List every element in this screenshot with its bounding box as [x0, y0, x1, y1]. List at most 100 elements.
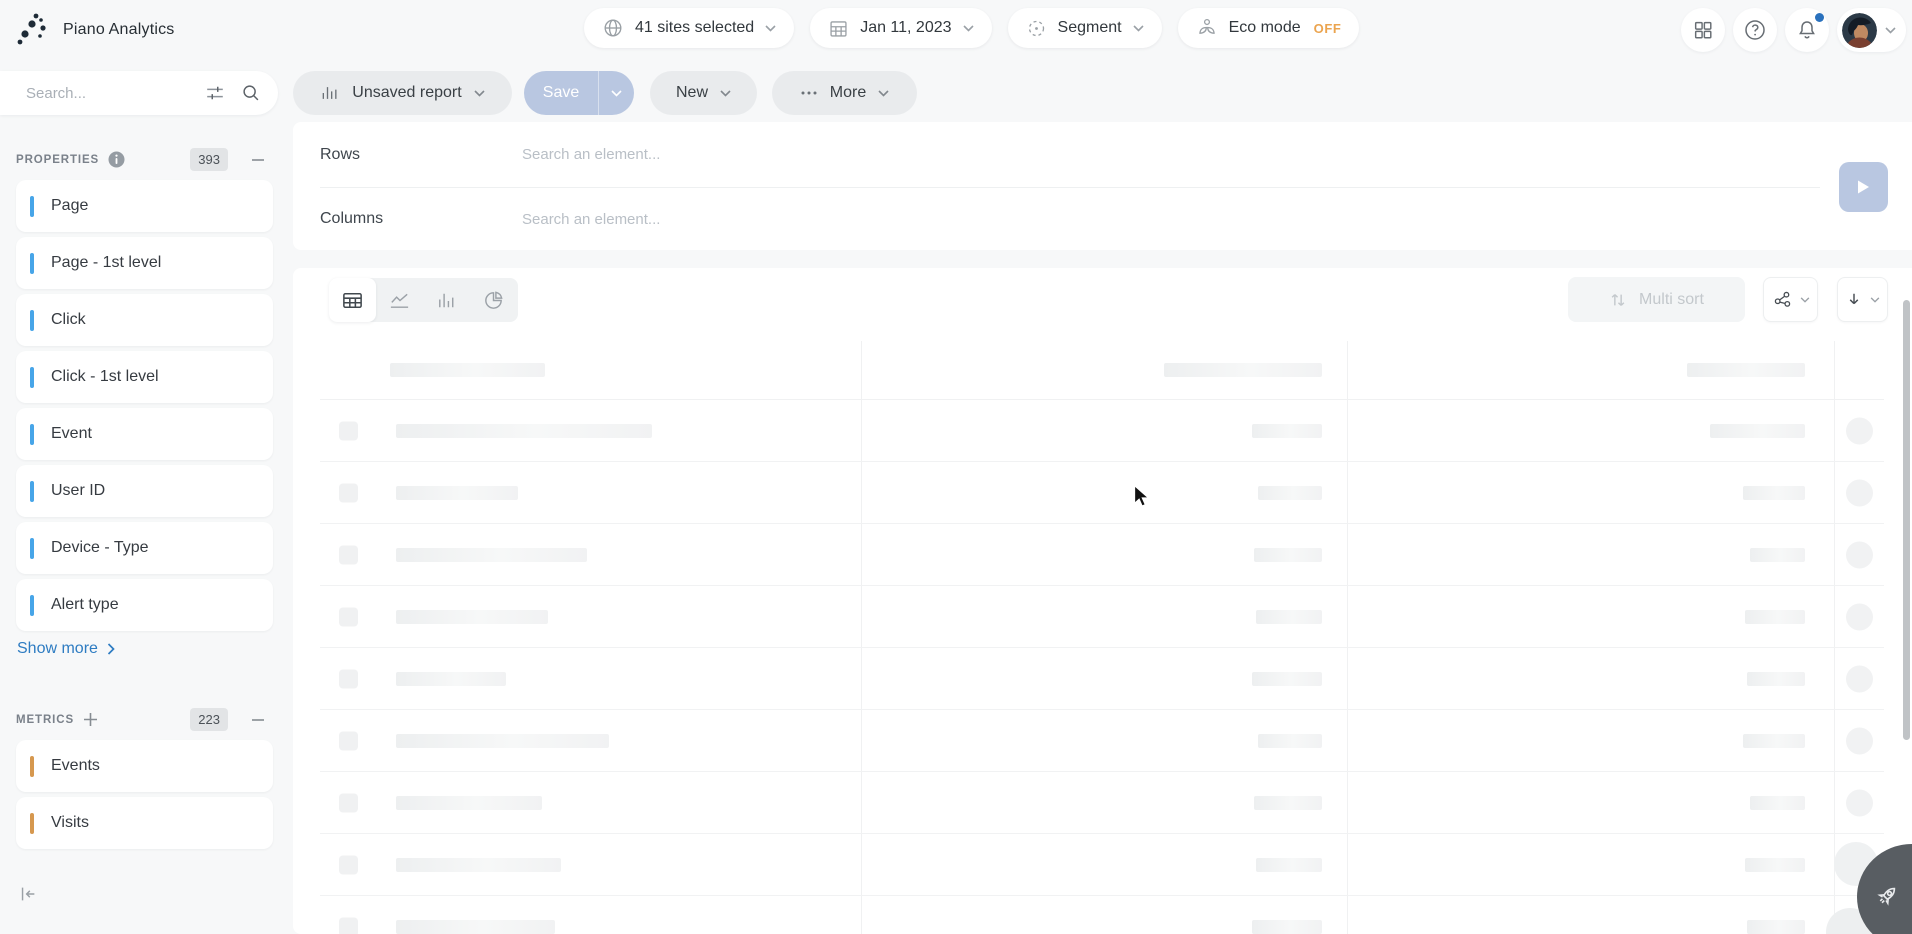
skeleton-square: [339, 917, 358, 934]
chevron-down-icon: [1885, 27, 1896, 34]
chevron-down-icon: [720, 90, 731, 97]
skeleton-square: [339, 545, 358, 564]
table-row[interactable]: [320, 772, 1884, 834]
sidebar-item-label: Page - 1st level: [51, 254, 161, 272]
row-action-placeholder: [1846, 789, 1873, 816]
tab-pie-chart-view[interactable]: [470, 278, 517, 322]
sidebar-item[interactable]: Event: [16, 408, 273, 460]
eco-mode-state: OFF: [1314, 21, 1342, 36]
row-action-placeholder: [1846, 603, 1873, 630]
play-icon: [1856, 179, 1871, 195]
account-menu[interactable]: [1837, 8, 1906, 52]
columns-element-input[interactable]: Search an element...: [522, 211, 1820, 228]
sidebar-item[interactable]: Click: [16, 294, 273, 346]
run-query-button[interactable]: [1839, 162, 1888, 212]
logo-icon: [16, 12, 50, 48]
skeleton-cell-bar: [396, 424, 652, 438]
collapse-metrics-button[interactable]: [251, 713, 267, 727]
chevron-down-icon: [1133, 25, 1144, 32]
app-title: Piano Analytics: [63, 21, 175, 39]
notifications-button[interactable]: [1785, 8, 1829, 52]
skeleton-cell-bar: [396, 796, 542, 810]
sidebar-item[interactable]: Page - 1st level: [16, 237, 273, 289]
help-icon: [1743, 18, 1767, 42]
multi-sort-label: Multi sort: [1639, 291, 1704, 309]
sites-selector[interactable]: 41 sites selected: [584, 8, 794, 48]
save-options-button[interactable]: [598, 71, 634, 115]
segment-label: Segment: [1058, 19, 1122, 37]
table-row[interactable]: [320, 834, 1884, 896]
sidebar-item-label: Click - 1st level: [51, 368, 159, 386]
table-row[interactable]: [320, 524, 1884, 586]
sidebar-item[interactable]: Device - Type: [16, 522, 273, 574]
item-color-bar: [30, 813, 34, 834]
table-row[interactable]: [320, 586, 1884, 648]
skeleton-cell-bar: [1750, 796, 1805, 810]
collapse-properties-button[interactable]: [251, 153, 267, 167]
item-color-bar: [30, 196, 34, 217]
search-input[interactable]: Search...: [26, 85, 190, 102]
tab-line-chart-view[interactable]: [376, 278, 423, 322]
share-button[interactable]: [1763, 277, 1818, 322]
save-button[interactable]: Save: [524, 84, 598, 102]
calendar-icon: [828, 18, 849, 39]
sidebar-item[interactable]: Alert type: [16, 579, 273, 631]
sidebar-item-label: Events: [51, 757, 100, 775]
search-icon[interactable]: [240, 82, 262, 104]
table-row[interactable]: [320, 896, 1884, 934]
skeleton-cell-bar: [396, 610, 548, 624]
skeleton-cell-bar: [1254, 796, 1322, 810]
apps-grid-button[interactable]: [1681, 8, 1725, 52]
line-view-icon: [388, 289, 411, 312]
table-row[interactable]: [320, 710, 1884, 772]
global-search[interactable]: Search...: [0, 71, 278, 115]
new-report-button[interactable]: New: [650, 71, 757, 115]
brand: Piano Analytics: [16, 11, 175, 49]
results-table: [320, 341, 1884, 934]
eco-mode-toggle[interactable]: Eco mode OFF: [1178, 8, 1360, 48]
row-action-placeholder: [1846, 479, 1873, 506]
help-button[interactable]: [1733, 8, 1777, 52]
sidebar-item[interactable]: User ID: [16, 465, 273, 517]
sidebar-item[interactable]: Visits: [16, 797, 273, 849]
skeleton-cell-bar: [1258, 734, 1322, 748]
sidebar-item-label: Event: [51, 425, 92, 443]
sidebar-item-label: Visits: [51, 814, 89, 832]
skeleton-cell-bar: [1745, 858, 1805, 872]
properties-list: Page Page - 1st level Click Click - 1st …: [16, 180, 273, 636]
show-more-link[interactable]: Show more: [17, 640, 115, 658]
sidebar-item-label: Click: [51, 311, 86, 329]
skeleton-cell-bar: [396, 486, 518, 500]
add-metric-icon[interactable]: [83, 712, 98, 727]
sidebar-item[interactable]: Page: [16, 180, 273, 232]
tab-table-view[interactable]: [329, 278, 376, 322]
multi-sort-button[interactable]: Multi sort: [1568, 277, 1745, 322]
table-view-icon: [341, 289, 364, 312]
new-label: New: [676, 84, 708, 102]
skeleton-cell-bar: [396, 672, 506, 686]
download-button[interactable]: [1837, 277, 1888, 322]
table-row[interactable]: [320, 648, 1884, 710]
tab-bar-chart-view[interactable]: [423, 278, 470, 322]
filter-icon[interactable]: [204, 82, 226, 104]
report-selector[interactable]: Unsaved report: [293, 71, 512, 115]
skeleton-header-cell: [1687, 363, 1805, 377]
row-action-placeholder: [1846, 665, 1873, 692]
rows-element-input[interactable]: Search an element...: [522, 146, 1820, 163]
more-menu-button[interactable]: More: [772, 71, 917, 115]
info-icon[interactable]: [108, 151, 125, 168]
skeleton-cell-bar: [1258, 486, 1322, 500]
vertical-scrollbar[interactable]: [1903, 300, 1910, 740]
eco-icon: [1196, 17, 1218, 39]
table-row[interactable]: [320, 400, 1884, 462]
sidebar-item[interactable]: Click - 1st level: [16, 351, 273, 403]
table-row[interactable]: [320, 462, 1884, 524]
collapse-sidebar-button[interactable]: [16, 882, 40, 906]
properties-label: PROPERTIES: [16, 154, 99, 166]
chevron-down-icon: [474, 90, 485, 97]
save-split-button[interactable]: Save: [524, 71, 634, 115]
sidebar-item[interactable]: Events: [16, 740, 273, 792]
segment-picker[interactable]: Segment: [1008, 8, 1162, 48]
skeleton-square: [339, 855, 358, 874]
date-range-picker[interactable]: Jan 11, 2023: [810, 8, 991, 48]
